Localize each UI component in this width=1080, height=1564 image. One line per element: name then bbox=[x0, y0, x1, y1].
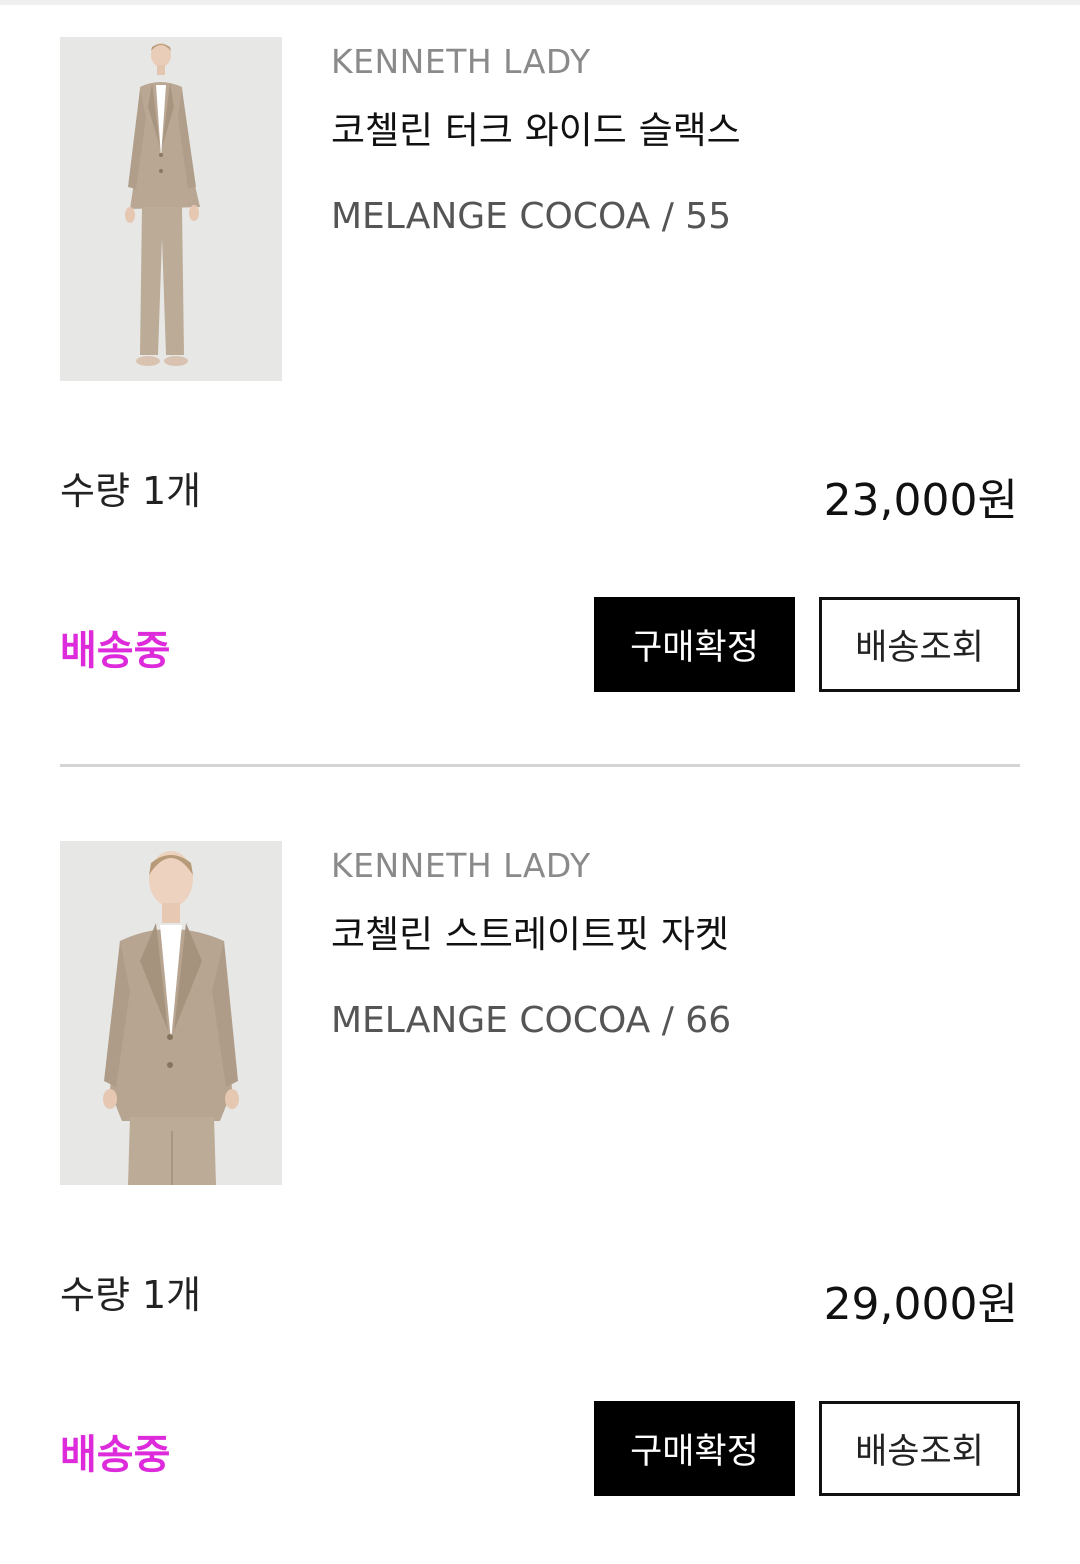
product-option: MELANGE COCOA / 55 bbox=[331, 196, 732, 237]
confirm-purchase-button[interactable]: 구매확정 bbox=[594, 597, 795, 692]
product-name[interactable]: 코첼린 스트레이트핏 자켓 bbox=[331, 904, 729, 958]
delivery-status: 배송중 bbox=[60, 628, 171, 674]
confirm-purchase-button[interactable]: 구매확정 bbox=[594, 1401, 795, 1496]
quantity-label: 수량 1개 bbox=[60, 469, 202, 513]
product-option: MELANGE COCOA / 66 bbox=[331, 1000, 732, 1041]
price-label: 29,000원 bbox=[823, 1279, 1018, 1330]
track-delivery-button[interactable]: 배송조회 bbox=[819, 597, 1020, 692]
item-divider bbox=[60, 764, 1020, 767]
brand-name: KENNETH LADY bbox=[331, 42, 591, 81]
order-item: KENNETH LADY 코첼린 터크 와이드 슬랙스 MELANGE COCO… bbox=[0, 0, 1080, 767]
price-label: 23,000원 bbox=[823, 475, 1018, 526]
delivery-status: 배송중 bbox=[60, 1432, 171, 1478]
product-image-slacks[interactable] bbox=[60, 37, 282, 381]
product-image-jacket[interactable] bbox=[60, 841, 282, 1185]
track-delivery-button[interactable]: 배송조회 bbox=[819, 1401, 1020, 1496]
brand-name: KENNETH LADY bbox=[331, 846, 591, 885]
product-name[interactable]: 코첼린 터크 와이드 슬랙스 bbox=[331, 100, 741, 154]
order-item: KENNETH LADY 코첼린 스트레이트핏 자켓 MELANGE COCOA… bbox=[0, 804, 1080, 1564]
quantity-label: 수량 1개 bbox=[60, 1273, 202, 1317]
